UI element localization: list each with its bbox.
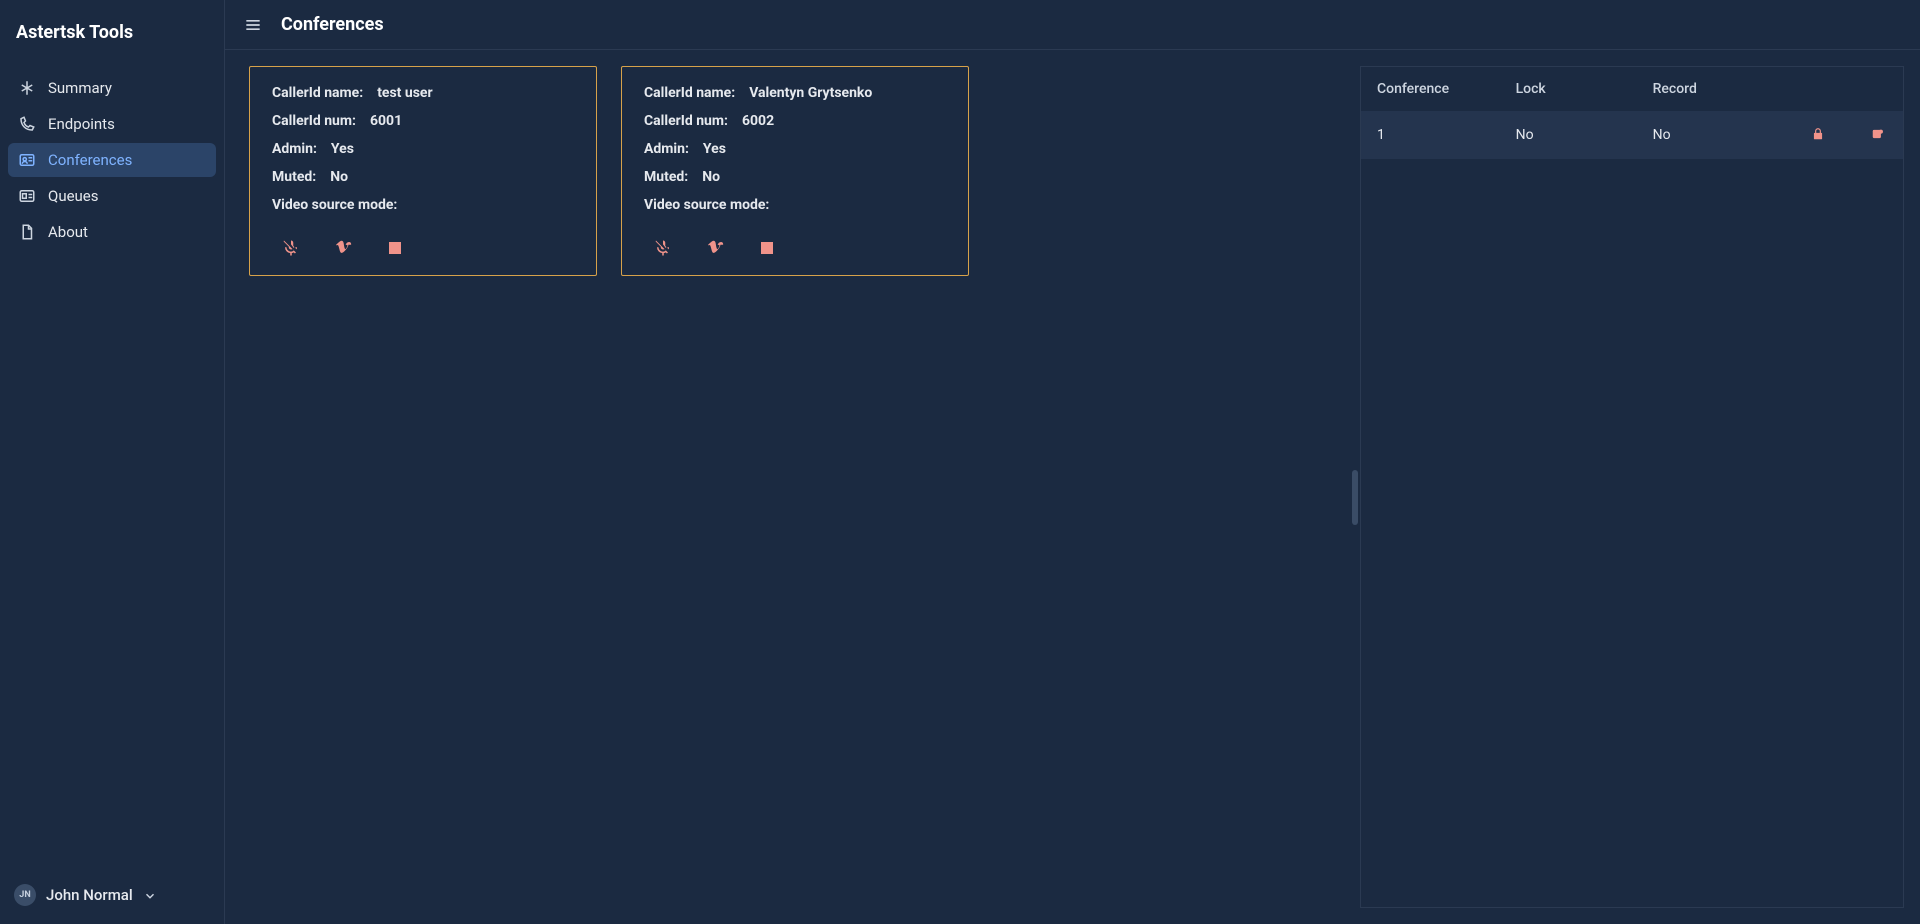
- col-record: Record: [1637, 67, 1784, 111]
- col-action-lock: [1784, 67, 1853, 111]
- id-card-icon: [18, 187, 36, 205]
- label-video-mode: Video source mode:: [644, 197, 769, 213]
- sidebar: Astertsk Tools Summary Endpoints Confere…: [0, 0, 225, 924]
- col-action-record: [1853, 67, 1903, 111]
- value-admin: Yes: [703, 141, 726, 157]
- participant-actions: [644, 237, 946, 259]
- sidebar-item-about[interactable]: About: [8, 215, 216, 249]
- label-muted: Muted:: [644, 169, 688, 185]
- conferences-table: Conference Lock Record 1 No No: [1361, 67, 1903, 159]
- stop-icon: [389, 242, 401, 254]
- users-icon: [18, 151, 36, 169]
- record-icon: [1871, 127, 1885, 141]
- content: CallerId name: test user CallerId num: 600…: [225, 50, 1920, 924]
- label-callerid-num: CallerId num:: [272, 113, 356, 129]
- label-admin: Admin:: [644, 141, 689, 157]
- label-callerid-num: CallerId num:: [644, 113, 728, 129]
- sidebar-item-conferences[interactable]: Conferences: [8, 143, 216, 177]
- participant-actions: [272, 237, 574, 259]
- phone-icon: [18, 115, 36, 133]
- vimeo-icon: [334, 239, 352, 257]
- mute-button[interactable]: [280, 237, 302, 259]
- user-menu[interactable]: JN John Normal: [0, 872, 224, 924]
- video-button[interactable]: [704, 237, 726, 259]
- page-title: Conferences: [281, 14, 384, 35]
- video-button[interactable]: [332, 237, 354, 259]
- cell-conference: 1: [1361, 111, 1500, 159]
- value-muted: No: [330, 169, 348, 185]
- file-icon: [18, 223, 36, 241]
- vimeo-icon: [706, 239, 724, 257]
- stop-icon: [761, 242, 773, 254]
- value-muted: No: [702, 169, 720, 185]
- menu-toggle-button[interactable]: [243, 15, 263, 35]
- sidebar-item-label: About: [48, 223, 88, 241]
- sidebar-nav: Summary Endpoints Conferences Queues Abo…: [0, 65, 224, 255]
- participants-area: CallerId name: test user CallerId num: 600…: [225, 50, 1360, 924]
- star-icon: [18, 79, 36, 97]
- sidebar-item-label: Summary: [48, 79, 112, 97]
- sidebar-item-label: Endpoints: [48, 115, 115, 133]
- label-callerid-name: CallerId name:: [272, 85, 363, 101]
- user-name: John Normal: [46, 886, 133, 904]
- label-callerid-name: CallerId name:: [644, 85, 735, 101]
- participant-card: CallerId name: test user CallerId num: 600…: [249, 66, 597, 276]
- sidebar-item-label: Conferences: [48, 151, 132, 169]
- conferences-table-wrap: Conference Lock Record 1 No No: [1360, 66, 1904, 908]
- participant-card: CallerId name: Valentyn Grytsenko CallerI…: [621, 66, 969, 276]
- scrollbar[interactable]: [1352, 470, 1358, 525]
- value-admin: Yes: [331, 141, 354, 157]
- chevron-down-icon: [143, 888, 157, 902]
- mute-button[interactable]: [652, 237, 674, 259]
- lock-icon: [1811, 127, 1825, 141]
- label-muted: Muted:: [272, 169, 316, 185]
- record-button[interactable]: [1869, 125, 1887, 143]
- avatar: JN: [14, 884, 36, 906]
- topbar: Conferences: [225, 0, 1920, 50]
- sidebar-item-label: Queues: [48, 187, 99, 205]
- app-brand: Astertsk Tools: [0, 0, 224, 65]
- cell-record: No: [1637, 111, 1784, 159]
- conferences-panel: Conference Lock Record 1 No No: [1360, 50, 1920, 924]
- cell-lock: No: [1500, 111, 1637, 159]
- table-row[interactable]: 1 No No: [1361, 111, 1903, 159]
- col-conference: Conference: [1361, 67, 1500, 111]
- sidebar-item-summary[interactable]: Summary: [8, 71, 216, 105]
- main: Conferences CallerId name: test user Call…: [225, 0, 1920, 924]
- microphone-slash-icon: [654, 239, 672, 257]
- sidebar-item-queues[interactable]: Queues: [8, 179, 216, 213]
- microphone-slash-icon: [282, 239, 300, 257]
- value-callerid-num: 6001: [370, 113, 402, 129]
- stop-button[interactable]: [756, 237, 778, 259]
- label-admin: Admin:: [272, 141, 317, 157]
- value-callerid-name: test user: [377, 85, 432, 101]
- lock-button[interactable]: [1809, 125, 1827, 143]
- col-lock: Lock: [1500, 67, 1637, 111]
- table-header-row: Conference Lock Record: [1361, 67, 1903, 111]
- value-callerid-name: Valentyn Grytsenko: [749, 85, 872, 101]
- stop-button[interactable]: [384, 237, 406, 259]
- label-video-mode: Video source mode:: [272, 197, 397, 213]
- value-callerid-num: 6002: [742, 113, 774, 129]
- sidebar-item-endpoints[interactable]: Endpoints: [8, 107, 216, 141]
